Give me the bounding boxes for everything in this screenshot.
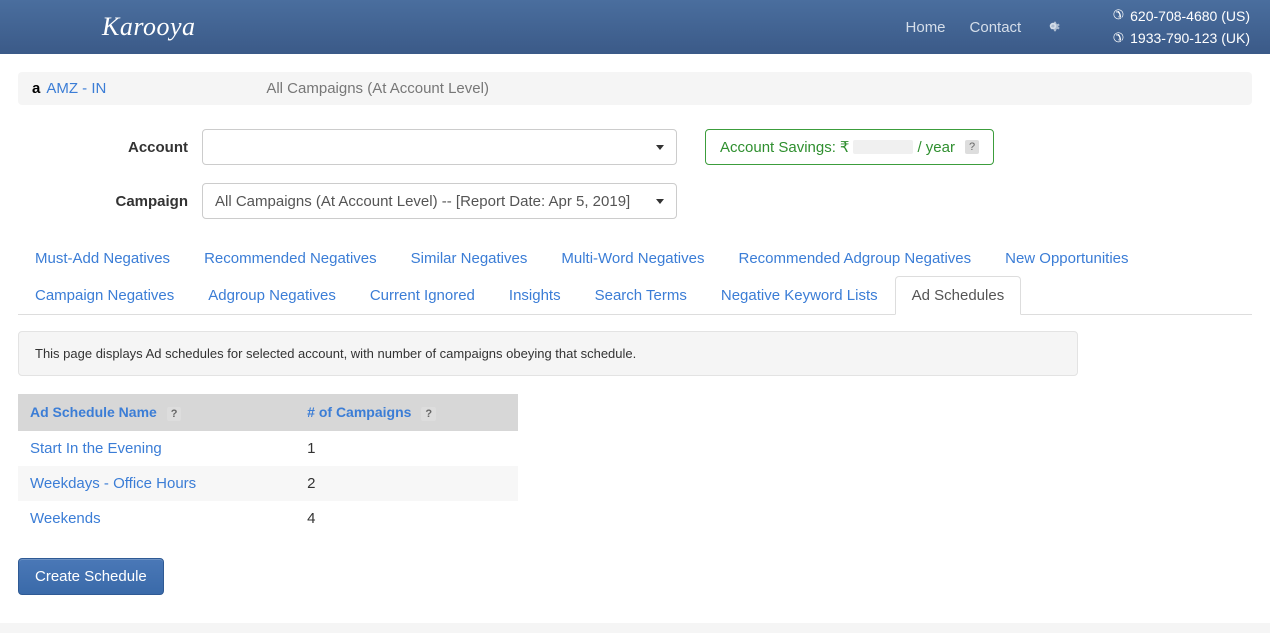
campaign-count: 2 <box>295 466 518 501</box>
phone-icon: ✆ <box>1113 5 1124 26</box>
breadcrumb: a AMZ - IN All Campaigns (At Account Lev… <box>18 72 1252 105</box>
tab-multi-word-negatives[interactable]: Multi-Word Negatives <box>544 239 721 277</box>
help-icon[interactable]: ? <box>421 407 436 421</box>
footer <box>0 623 1270 633</box>
col-campaign-count[interactable]: # of Campaigns ? <box>295 394 518 431</box>
schedule-table-wrap: Ad Schedule Name ? # of Campaigns ? Star… <box>18 394 518 536</box>
schedule-name-link[interactable]: Start In the Evening <box>18 431 295 466</box>
tab-search-terms[interactable]: Search Terms <box>578 276 704 315</box>
tab-adgroup-negatives[interactable]: Adgroup Negatives <box>191 276 353 315</box>
campaign-dropdown[interactable]: All Campaigns (At Account Level) -- [Rep… <box>202 183 677 219</box>
schedule-table: Ad Schedule Name ? # of Campaigns ? Star… <box>18 394 518 536</box>
account-dropdown[interactable] <box>202 129 677 165</box>
phone-us: 620-708-4680 (US) <box>1130 5 1250 27</box>
table-row: Weekends4 <box>18 501 518 536</box>
savings-amount <box>853 140 913 154</box>
phone-uk: 1933-790-123 (UK) <box>1130 27 1250 49</box>
tab-similar-negatives[interactable]: Similar Negatives <box>394 239 545 277</box>
account-label: Account <box>78 139 188 156</box>
tab-new-opportunities[interactable]: New Opportunities <box>988 239 1145 277</box>
tab-campaign-negatives[interactable]: Campaign Negatives <box>18 276 191 315</box>
tab-recommended-negatives[interactable]: Recommended Negatives <box>187 239 394 277</box>
nav-contact[interactable]: Contact <box>970 19 1022 36</box>
navbar: Karooya Home Contact ✆ 620-708-4680 (US)… <box>0 0 1270 54</box>
phone-icon: ✆ <box>1113 28 1124 49</box>
tab-recommended-adgroup-negatives[interactable]: Recommended Adgroup Negatives <box>721 239 988 277</box>
gear-icon[interactable] <box>1045 18 1061 37</box>
help-icon[interactable]: ? <box>167 407 182 421</box>
savings-currency: ₹ <box>840 138 850 156</box>
col-schedule-name[interactable]: Ad Schedule Name ? <box>18 394 295 431</box>
logo: Karooya <box>102 12 196 42</box>
breadcrumb-account-link[interactable]: AMZ - IN <box>46 80 106 97</box>
nav-home[interactable]: Home <box>906 19 946 36</box>
campaign-count: 1 <box>295 431 518 466</box>
info-box: This page displays Ad schedules for sele… <box>18 331 1078 376</box>
savings-suffix: / year <box>917 139 955 156</box>
savings-label: Account Savings: <box>720 139 836 156</box>
tab-ad-schedules[interactable]: Ad Schedules <box>895 276 1022 315</box>
breadcrumb-campaign: All Campaigns (At Account Level) <box>266 80 489 97</box>
schedule-name-link[interactable]: Weekdays - Office Hours <box>18 466 295 501</box>
savings-help-icon[interactable]: ? <box>965 140 979 154</box>
tab-must-add-negatives[interactable]: Must-Add Negatives <box>18 239 187 277</box>
chevron-down-icon <box>656 199 664 204</box>
selectors: Account Account Savings: ₹ / year ? Camp… <box>18 129 1252 219</box>
tab-current-ignored[interactable]: Current Ignored <box>353 276 492 315</box>
schedule-name-link[interactable]: Weekends <box>18 501 295 536</box>
tabs: Must-Add NegativesRecommended NegativesS… <box>18 239 1252 315</box>
campaign-count: 4 <box>295 501 518 536</box>
tab-insights[interactable]: Insights <box>492 276 578 315</box>
create-schedule-button[interactable]: Create Schedule <box>18 558 164 595</box>
tab-negative-keyword-lists[interactable]: Negative Keyword Lists <box>704 276 895 315</box>
table-row: Start In the Evening1 <box>18 431 518 466</box>
campaign-dropdown-value: All Campaigns (At Account Level) -- [Rep… <box>215 193 630 210</box>
chevron-down-icon <box>656 145 664 150</box>
amazon-logo-icon: a <box>32 80 40 97</box>
savings-box: Account Savings: ₹ / year ? <box>705 129 994 165</box>
table-row: Weekdays - Office Hours2 <box>18 466 518 501</box>
campaign-label: Campaign <box>78 193 188 210</box>
phone-block: ✆ 620-708-4680 (US) ✆ 1933-790-123 (UK) <box>1113 5 1250 50</box>
